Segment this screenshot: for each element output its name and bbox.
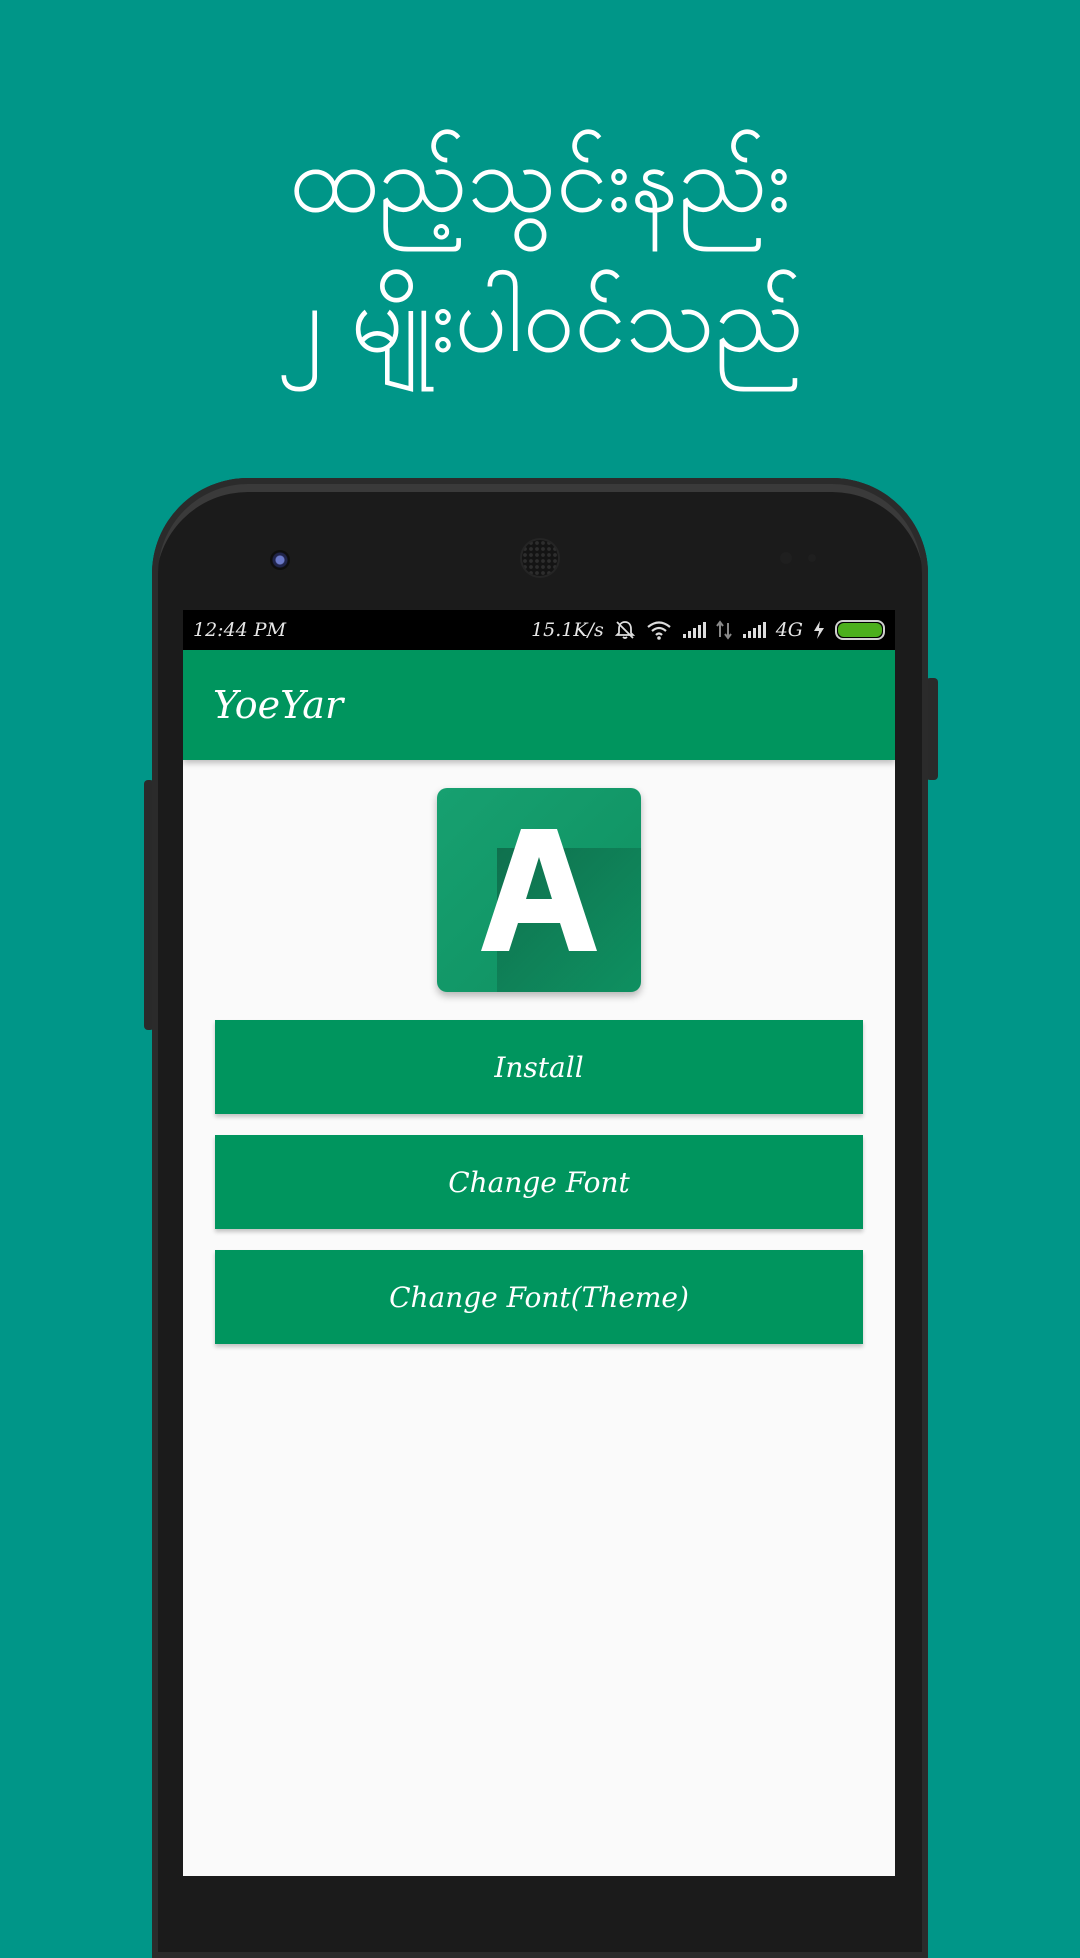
promo-headline-line-1: ထည့်သွင်းနည်း (289, 126, 791, 233)
promo-headline: ထည့်သွင်းနည်း ၂ မျိုးပါဝင်သည် (0, 110, 1080, 390)
change-font-theme-button[interactable]: Change Font(Theme) (215, 1250, 863, 1344)
phone-screen: 12:44 PM 15.1K/s 4G YoeYar Install Chang… (183, 610, 895, 1876)
wifi-icon (646, 620, 672, 640)
charging-bolt-icon (813, 620, 825, 640)
data-arrows-icon (715, 620, 732, 640)
app-title: YoeYar (213, 683, 344, 727)
battery-level-fill (838, 623, 882, 637)
network-type: 4G (775, 619, 803, 641)
logo-letter-a-icon (437, 788, 641, 992)
install-button[interactable]: Install (215, 1020, 863, 1114)
status-bar: 12:44 PM 15.1K/s 4G (183, 610, 895, 650)
app-bar: YoeYar (183, 650, 895, 760)
alarm-off-icon (614, 619, 636, 641)
battery-icon (835, 620, 885, 640)
proximity-sensor (780, 552, 792, 564)
network-speed: 15.1K/s (531, 619, 604, 641)
signal-icon (742, 621, 766, 639)
light-sensor (808, 554, 816, 562)
earpiece-speaker (522, 540, 558, 576)
front-camera (270, 550, 290, 570)
change-font-button[interactable]: Change Font (215, 1135, 863, 1229)
signal-icon (682, 621, 706, 639)
app-logo (437, 788, 641, 992)
promo-headline-line-2: ၂ မျိုးပါဝင်သည် (276, 266, 804, 373)
status-time: 12:44 PM (193, 619, 287, 641)
